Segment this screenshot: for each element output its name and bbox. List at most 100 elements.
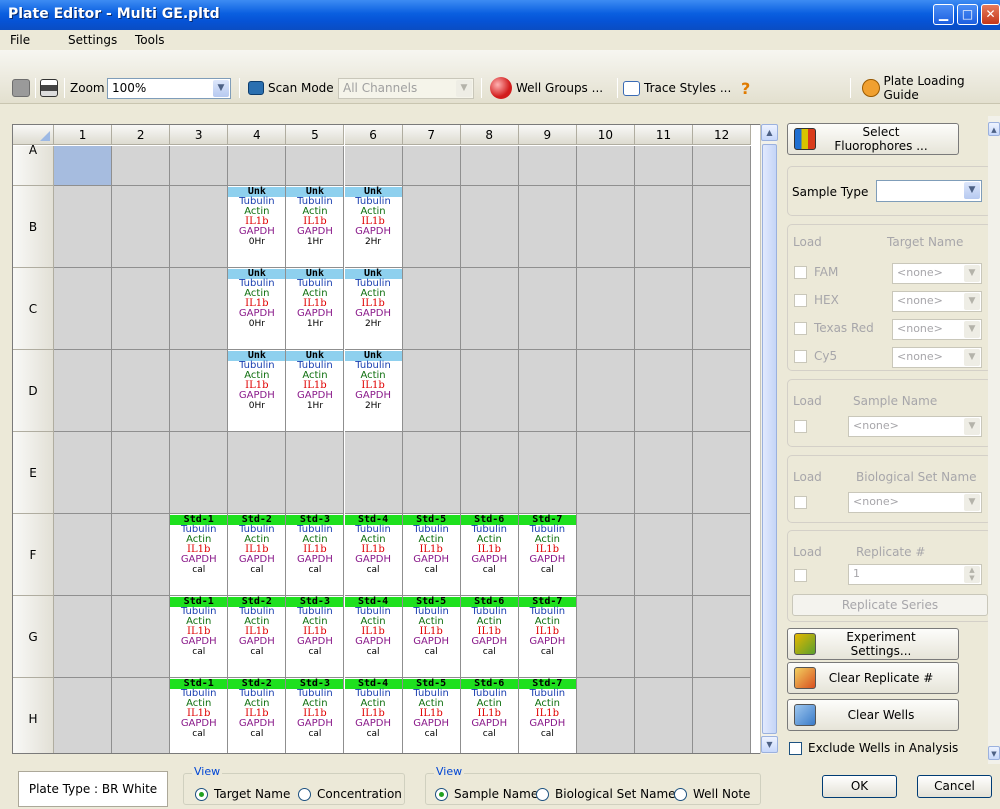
well-e2[interactable]: [112, 432, 171, 514]
help-icon[interactable]: ?: [741, 77, 750, 99]
well-c11[interactable]: [635, 268, 694, 350]
well-b11[interactable]: [635, 186, 694, 268]
well-b2[interactable]: [112, 186, 171, 268]
row-header[interactable]: A: [13, 144, 54, 186]
well-d10[interactable]: [576, 350, 635, 432]
view-target-name-radio[interactable]: Target Name: [195, 787, 290, 801]
well-a4[interactable]: [228, 146, 287, 186]
column-header[interactable]: 7: [402, 125, 461, 145]
trace-styles-button[interactable]: Trace Styles ...: [623, 77, 731, 99]
well-g9[interactable]: Std-7 Tubulin Actin IL1b GAPDH cal: [518, 596, 577, 678]
well-e6[interactable]: [344, 432, 403, 514]
replicate-series-button[interactable]: Replicate Series: [792, 594, 988, 616]
well-d8[interactable]: [460, 350, 519, 432]
scroll-down-icon[interactable]: ▼: [988, 746, 1000, 760]
well-c3[interactable]: [170, 268, 229, 350]
well-e10[interactable]: [576, 432, 635, 514]
replicate-load-checkbox[interactable]: [794, 569, 807, 582]
row-header[interactable]: H: [13, 678, 54, 753]
row-header[interactable]: C: [13, 268, 54, 350]
well-g7[interactable]: Std-5 Tubulin Actin IL1b GAPDH cal: [402, 596, 461, 678]
column-header[interactable]: 12: [693, 125, 752, 145]
well-e4[interactable]: [228, 432, 287, 514]
well-c12[interactable]: [693, 268, 752, 350]
sample-name-load-checkbox[interactable]: [794, 420, 807, 433]
well-g1[interactable]: [54, 596, 113, 678]
well-h11[interactable]: [635, 678, 694, 753]
well-a2[interactable]: [112, 146, 171, 186]
well-e12[interactable]: [693, 432, 752, 514]
well-f11[interactable]: [635, 514, 694, 596]
well-b10[interactable]: [576, 186, 635, 268]
well-h4[interactable]: Std-2 Tubulin Actin IL1b GAPDH cal: [228, 678, 287, 753]
well-a1[interactable]: [54, 146, 113, 186]
well-d9[interactable]: [518, 350, 577, 432]
well-b3[interactable]: [170, 186, 229, 268]
fluor-load-checkbox[interactable]: [794, 350, 807, 363]
well-e11[interactable]: [635, 432, 694, 514]
well-d5[interactable]: Unk Tubulin Actin IL1b GAPDH 1Hr: [286, 350, 345, 432]
bio-set-load-checkbox[interactable]: [794, 496, 807, 509]
scroll-up-icon[interactable]: ▲: [988, 122, 1000, 136]
column-header[interactable]: 6: [344, 125, 403, 145]
well-g3[interactable]: Std-1 Tubulin Actin IL1b GAPDH cal: [170, 596, 229, 678]
menu-tools[interactable]: Tools: [135, 33, 165, 47]
well-h1[interactable]: [54, 678, 113, 753]
well-g11[interactable]: [635, 596, 694, 678]
column-header[interactable]: 8: [460, 125, 519, 145]
well-d1[interactable]: [54, 350, 113, 432]
plate-corner[interactable]: [13, 125, 54, 145]
row-header[interactable]: E: [13, 432, 54, 514]
select-fluorophores-button[interactable]: Select Fluorophores ...: [787, 123, 959, 155]
bio-set-select[interactable]: <none> ▼: [848, 492, 982, 513]
well-f6[interactable]: Std-4 Tubulin Actin IL1b GAPDH cal: [344, 514, 403, 596]
well-d7[interactable]: [402, 350, 461, 432]
well-a6[interactable]: [344, 146, 403, 186]
plate-loading-guide-button[interactable]: Plate Loading Guide: [862, 74, 1000, 102]
column-header[interactable]: 9: [518, 125, 577, 145]
save-button[interactable]: [12, 77, 34, 99]
well-g8[interactable]: Std-6 Tubulin Actin IL1b GAPDH cal: [460, 596, 519, 678]
well-e9[interactable]: [518, 432, 577, 514]
well-f8[interactable]: Std-6 Tubulin Actin IL1b GAPDH cal: [460, 514, 519, 596]
well-f5[interactable]: Std-3 Tubulin Actin IL1b GAPDH cal: [286, 514, 345, 596]
menu-settings[interactable]: Settings: [68, 33, 117, 47]
well-c6[interactable]: Unk Tubulin Actin IL1b GAPDH 2Hr: [344, 268, 403, 350]
well-h6[interactable]: Std-4 Tubulin Actin IL1b GAPDH cal: [344, 678, 403, 753]
sample-name-select[interactable]: <none> ▼: [848, 416, 982, 437]
well-h7[interactable]: Std-5 Tubulin Actin IL1b GAPDH cal: [402, 678, 461, 753]
well-d11[interactable]: [635, 350, 694, 432]
well-c5[interactable]: Unk Tubulin Actin IL1b GAPDH 1Hr: [286, 268, 345, 350]
well-a7[interactable]: [402, 146, 461, 186]
panel-scrollbar[interactable]: ▲ ▼: [988, 116, 1000, 764]
well-h5[interactable]: Std-3 Tubulin Actin IL1b GAPDH cal: [286, 678, 345, 753]
column-header[interactable]: 5: [286, 125, 345, 145]
scan-mode-select[interactable]: All Channels ▼: [338, 78, 474, 99]
cancel-button[interactable]: Cancel: [917, 775, 992, 798]
exclude-wells-checkbox[interactable]: [789, 741, 802, 755]
fluor-target-select[interactable]: <none> ▼: [892, 263, 982, 284]
well-g4[interactable]: Std-2 Tubulin Actin IL1b GAPDH cal: [228, 596, 287, 678]
well-groups-button[interactable]: Well Groups ...: [490, 77, 603, 99]
well-f4[interactable]: Std-2 Tubulin Actin IL1b GAPDH cal: [228, 514, 287, 596]
well-c7[interactable]: [402, 268, 461, 350]
column-header[interactable]: 3: [170, 125, 229, 145]
well-a11[interactable]: [635, 146, 694, 186]
row-header[interactable]: G: [13, 596, 54, 678]
well-b6[interactable]: Unk Tubulin Actin IL1b GAPDH 2Hr: [344, 186, 403, 268]
well-g12[interactable]: [693, 596, 752, 678]
well-b12[interactable]: [693, 186, 752, 268]
well-f2[interactable]: [112, 514, 171, 596]
maximize-button[interactable]: □: [957, 4, 978, 25]
ok-button[interactable]: OK: [822, 775, 897, 798]
column-header[interactable]: 10: [576, 125, 635, 145]
print-button[interactable]: [40, 77, 62, 99]
fluor-target-select[interactable]: <none> ▼: [892, 291, 982, 312]
column-header[interactable]: 2: [112, 125, 171, 145]
well-f3[interactable]: Std-1 Tubulin Actin IL1b GAPDH cal: [170, 514, 229, 596]
close-button[interactable]: ✕: [981, 4, 1000, 25]
minimize-button[interactable]: ▁: [933, 4, 954, 25]
well-g10[interactable]: [576, 596, 635, 678]
column-header[interactable]: 1: [54, 125, 113, 145]
well-f9[interactable]: Std-7 Tubulin Actin IL1b GAPDH cal: [518, 514, 577, 596]
